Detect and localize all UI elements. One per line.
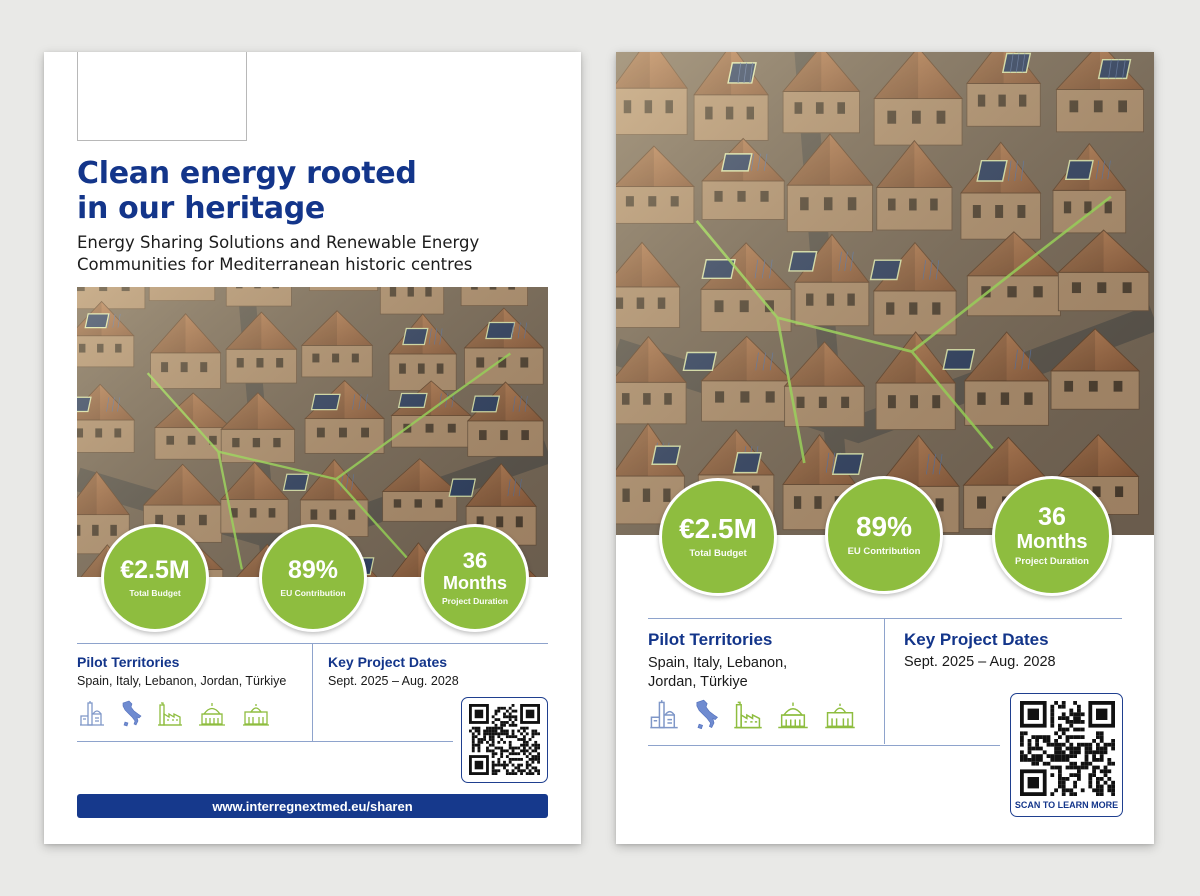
rooftops-solar-panels-image	[616, 52, 1154, 535]
stat-label: Total Budget	[689, 548, 747, 559]
factory-icon	[734, 701, 762, 729]
palace-icon	[243, 704, 269, 726]
stat-label: Project Duration	[1015, 556, 1089, 567]
qr-code-box[interactable]	[461, 697, 548, 783]
mosque-dome-icon	[778, 702, 808, 729]
stat-label: EU Contribution	[280, 588, 346, 598]
subtitle-line-2: Communities for Mediterranean historic c…	[77, 255, 473, 274]
pilot-territories-title: Pilot Territories	[77, 654, 180, 670]
key-dates-text: Sept. 2025 – Aug. 2028	[904, 654, 1056, 670]
stat-value-unit: Months	[1016, 531, 1088, 553]
aerial-town-illustration	[616, 52, 1154, 535]
stat-project-duration: 36 Months Project Duration	[992, 476, 1112, 596]
section-divider-top	[648, 618, 1122, 619]
pilot-text-line-1: Spain, Italy, Lebanon,	[648, 655, 788, 671]
stat-eu-contribution: 89% EU Contribution	[259, 524, 367, 632]
pilot-icons-row	[79, 700, 271, 728]
pilot-text-line-2: Jordan, Türkiye	[648, 674, 748, 690]
section-divider-vertical	[312, 643, 313, 742]
pilot-icons-row	[649, 699, 857, 731]
poster-right: €2.5M Total Budget 89% EU Contribution 3…	[616, 52, 1154, 844]
italy-map-icon	[122, 700, 142, 727]
stat-eu-contribution: 89% EU Contribution	[825, 476, 943, 594]
qr-code-box[interactable]: SCAN TO LEARN MORE	[1010, 693, 1123, 817]
poster-left: Clean energy rooted in our heritage Ener…	[44, 52, 581, 844]
qr-caption: SCAN TO LEARN MORE	[1014, 800, 1119, 810]
qr-code-icon[interactable]	[469, 704, 540, 775]
mosque-dome-icon	[199, 703, 225, 726]
key-dates-title: Key Project Dates	[328, 654, 448, 670]
pilot-territories-title: Pilot Territories	[648, 630, 773, 649]
stat-label: EU Contribution	[847, 546, 921, 557]
stat-value-number: 36	[462, 548, 488, 573]
poster-subtitle: Energy Sharing Solutions and Renewable E…	[77, 232, 479, 276]
key-dates-title: Key Project Dates	[904, 630, 1049, 649]
title-line-2: in our heritage	[77, 191, 325, 226]
title-line-1: Clean energy rooted	[77, 156, 417, 191]
stat-value: 89%	[287, 556, 339, 584]
section-divider-vertical	[884, 618, 885, 744]
section-divider-bottom	[77, 741, 453, 742]
section-divider-bottom	[648, 745, 1000, 746]
pilot-territories-text: Spain, Italy, Lebanon, Jordan, Türkiye	[648, 654, 787, 692]
project-url-link[interactable]: www.interregnextmed.eu/sharen	[77, 794, 548, 818]
stat-value: €2.5M	[120, 556, 190, 584]
stat-value-unit: Months	[443, 573, 507, 593]
landmark-church-icon	[80, 701, 104, 726]
subtitle-line-1: Energy Sharing Solutions and Renewable E…	[77, 233, 480, 252]
stat-total-budget: €2.5M Total Budget	[101, 524, 209, 632]
italy-map-icon	[696, 699, 718, 730]
logo-placeholder	[77, 52, 247, 141]
key-dates-text: Sept. 2025 – Aug. 2028	[328, 674, 459, 688]
qr-code-icon[interactable]	[1020, 701, 1115, 796]
stat-value: 89%	[855, 511, 913, 542]
factory-icon	[158, 702, 182, 726]
stat-project-duration: 36 Months Project Duration	[421, 524, 529, 632]
stat-label: Project Duration	[441, 596, 509, 606]
stat-total-budget: €2.5M Total Budget	[659, 478, 777, 596]
landmark-church-icon	[650, 700, 678, 729]
stat-label: Total Budget	[129, 588, 181, 598]
stat-value-number: 36	[1038, 503, 1066, 531]
poster-title: Clean energy rooted in our heritage	[77, 156, 417, 226]
palace-icon	[825, 703, 855, 729]
stat-value: €2.5M	[679, 513, 757, 544]
pilot-territories-text: Spain, Italy, Lebanon, Jordan, Türkiye	[77, 674, 287, 688]
